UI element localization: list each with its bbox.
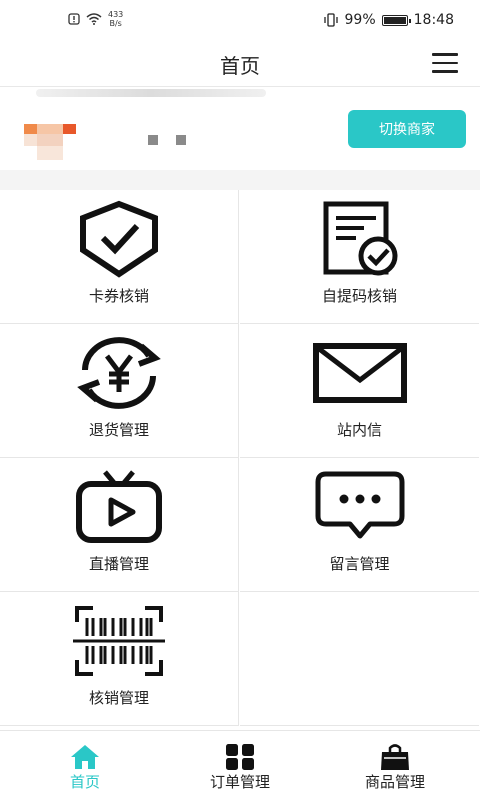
envelope-icon	[312, 343, 407, 403]
barcode-scan-icon	[73, 606, 165, 676]
blurred-text	[148, 135, 158, 145]
grid-item-return-management[interactable]: 退货管理	[0, 324, 239, 458]
grid-item-label: 核销管理	[88, 689, 149, 707]
shield-check-icon	[80, 200, 158, 278]
tab-label: 首页	[69, 773, 100, 791]
chat-bubble-icon	[315, 471, 404, 539]
grid-item-label: 直播管理	[88, 555, 149, 573]
merchant-panel: 切换商家	[0, 87, 480, 170]
wifi-icon	[86, 13, 102, 25]
home-icon	[71, 745, 99, 769]
vibrate-icon	[323, 13, 338, 27]
grid-item-live-management[interactable]: 直播管理	[0, 458, 239, 592]
bottom-tab-bar: 首页 订单管理 商品管理	[0, 730, 480, 801]
shopping-bag-icon	[381, 744, 409, 770]
grid-item-coupon-verify[interactable]: 卡券核销	[0, 190, 239, 324]
blurred-merchant-name	[36, 89, 266, 97]
battery-percent: 99%	[344, 12, 376, 28]
grid-empty-cell	[240, 592, 479, 726]
clock: 18:48	[413, 12, 454, 28]
net-speed-unit: B/s	[109, 19, 122, 28]
grid-item-label: 退货管理	[88, 421, 149, 439]
grid-item-label: 站内信	[336, 421, 382, 439]
alert-icon	[68, 13, 80, 25]
grid-item-messages[interactable]: 站内信	[240, 324, 479, 458]
function-grid: 卡券核销 自提码核销 退货管理 站内信 直播管理 留言管理 核销管理	[0, 190, 480, 730]
page-title: 首页	[220, 54, 260, 78]
grid-item-pickup-code-verify[interactable]: 自提码核销	[240, 190, 479, 324]
battery-icon	[381, 14, 411, 26]
grid-icon	[226, 744, 254, 770]
grid-item-verification-management[interactable]: 核销管理	[0, 592, 239, 726]
grid-item-label: 留言管理	[329, 555, 390, 573]
menu-button[interactable]	[432, 53, 458, 73]
document-check-icon	[323, 201, 397, 276]
tv-play-icon	[76, 470, 162, 543]
status-bar: 433 B/s 99% 18:48	[0, 0, 480, 40]
tab-order-management[interactable]: 订单管理	[160, 731, 320, 801]
tab-home[interactable]: 首页	[5, 731, 165, 801]
menu-icon	[432, 53, 458, 56]
app-header: 首页	[0, 40, 480, 87]
yuan-refund-icon	[77, 337, 161, 409]
tab-product-management[interactable]: 商品管理	[315, 731, 475, 801]
tab-label: 订单管理	[209, 773, 270, 791]
blurred-text	[176, 135, 186, 145]
tab-label: 商品管理	[364, 773, 425, 791]
switch-merchant-button[interactable]: 切换商家	[348, 110, 466, 148]
net-speed: 433 B/s	[108, 10, 123, 28]
grid-item-label: 自提码核销	[321, 287, 397, 305]
avatar	[24, 124, 76, 166]
grid-item-label: 卡券核销	[88, 287, 149, 305]
net-speed-value: 433	[108, 10, 124, 19]
grid-item-comment-management[interactable]: 留言管理	[240, 458, 479, 592]
section-divider	[0, 170, 480, 190]
